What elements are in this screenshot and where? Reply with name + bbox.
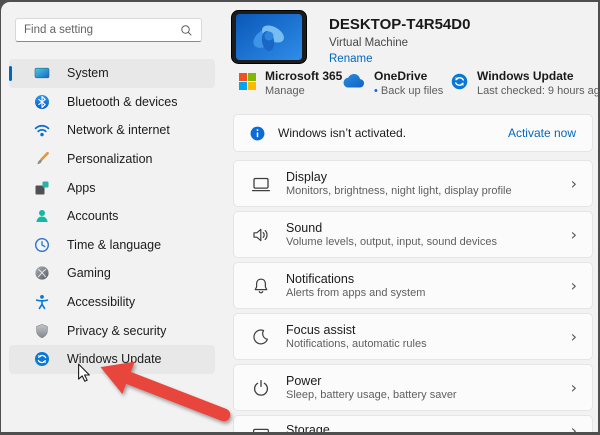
sidebar-item-label: System bbox=[67, 66, 109, 80]
sidebar-item-personalization[interactable]: Personalization bbox=[9, 145, 215, 174]
device-thumbnail bbox=[231, 10, 307, 64]
sound-icon bbox=[251, 225, 271, 245]
row-title: Power bbox=[286, 374, 571, 388]
sidebar-item-label: Accessibility bbox=[67, 295, 135, 309]
chevron-right-icon: › bbox=[571, 423, 577, 432]
time-language-icon bbox=[34, 237, 50, 253]
sidebar-item-label: Gaming bbox=[67, 266, 111, 280]
quick-status-onedrive: OneDrive •Back up files bbox=[341, 69, 443, 97]
microsoft365-title: Microsoft 365 bbox=[265, 69, 342, 83]
sidebar-item-label: Windows Update bbox=[67, 352, 162, 366]
sidebar-item-gaming[interactable]: Gaming bbox=[9, 259, 215, 288]
update-status-title: Windows Update bbox=[477, 69, 598, 83]
sidebar: System Bluetooth & devices Network & int… bbox=[1, 2, 223, 432]
bluetooth-icon bbox=[34, 94, 50, 110]
storage-icon bbox=[251, 423, 271, 432]
activate-now-link[interactable]: Activate now bbox=[508, 126, 576, 140]
row-subtitle: Sleep, battery usage, battery saver bbox=[286, 389, 571, 401]
row-subtitle: Notifications, automatic rules bbox=[286, 338, 571, 350]
microsoft-logo-icon bbox=[239, 73, 256, 90]
chevron-right-icon: › bbox=[571, 380, 577, 396]
activation-banner: Windows isn’t activated. Activate now bbox=[233, 114, 593, 152]
update-last-checked: Last checked: 9 hours ago bbox=[477, 85, 598, 97]
row-storage[interactable]: Storage › bbox=[233, 415, 593, 432]
sidebar-nav: System Bluetooth & devices Network & int… bbox=[9, 59, 215, 374]
row-subtitle: Alerts from apps and system bbox=[286, 287, 571, 299]
quick-status-windows-update: Windows Update Last checked: 9 hours ago bbox=[451, 69, 598, 97]
sidebar-item-privacy-security[interactable]: Privacy & security bbox=[9, 316, 215, 345]
sidebar-item-accessibility[interactable]: Accessibility bbox=[9, 288, 215, 317]
sidebar-item-time-language[interactable]: Time & language bbox=[9, 231, 215, 260]
sidebar-item-label: Time & language bbox=[67, 238, 161, 252]
privacy-icon bbox=[34, 323, 50, 339]
display-icon bbox=[251, 174, 271, 194]
personalization-icon bbox=[34, 151, 50, 167]
sidebar-item-label: Network & internet bbox=[67, 123, 170, 137]
gaming-icon bbox=[34, 265, 50, 281]
status-bullet: • bbox=[374, 85, 378, 97]
sidebar-item-system[interactable]: System bbox=[9, 59, 215, 88]
settings-app: System Bluetooth & devices Network & int… bbox=[1, 2, 598, 432]
apps-icon bbox=[34, 180, 50, 196]
sidebar-item-accounts[interactable]: Accounts bbox=[9, 202, 215, 231]
sidebar-item-label: Personalization bbox=[67, 152, 152, 166]
row-notifications[interactable]: Notifications Alerts from apps and syste… bbox=[233, 262, 593, 309]
sidebar-item-label: Accounts bbox=[67, 209, 118, 223]
sidebar-item-windows-update[interactable]: Windows Update bbox=[9, 345, 215, 374]
sidebar-item-label: Apps bbox=[67, 181, 96, 195]
system-icon bbox=[34, 65, 50, 81]
sidebar-item-label: Privacy & security bbox=[67, 324, 166, 338]
row-focus-assist[interactable]: Focus assist Notifications, automatic ru… bbox=[233, 313, 593, 360]
activation-message: Windows isn’t activated. bbox=[278, 126, 508, 140]
focus-assist-icon bbox=[251, 327, 271, 347]
onedrive-backup-link[interactable]: •Back up files bbox=[374, 85, 443, 97]
settings-window: System Bluetooth & devices Network & int… bbox=[0, 0, 600, 435]
rename-link[interactable]: Rename bbox=[329, 53, 372, 65]
row-power[interactable]: Power Sleep, battery usage, battery save… bbox=[233, 364, 593, 411]
accounts-icon bbox=[34, 208, 50, 224]
row-title: Storage bbox=[286, 423, 571, 432]
row-title: Notifications bbox=[286, 272, 571, 286]
selected-accent-pill bbox=[9, 66, 12, 81]
row-title: Focus assist bbox=[286, 323, 571, 337]
notifications-icon bbox=[251, 276, 271, 296]
network-icon bbox=[34, 122, 50, 138]
chevron-right-icon: › bbox=[571, 329, 577, 345]
onedrive-cloud-icon bbox=[341, 73, 365, 89]
search-input[interactable] bbox=[24, 24, 180, 36]
chevron-right-icon: › bbox=[571, 227, 577, 243]
sidebar-item-apps[interactable]: Apps bbox=[9, 173, 215, 202]
info-icon bbox=[250, 126, 265, 141]
accessibility-icon bbox=[34, 294, 50, 310]
row-sound[interactable]: Sound Volume levels, output, input, soun… bbox=[233, 211, 593, 258]
search-icon bbox=[180, 24, 193, 37]
device-type: Virtual Machine bbox=[329, 37, 408, 49]
windows-update-icon bbox=[34, 351, 50, 367]
quick-status-microsoft365: Microsoft 365 Manage bbox=[239, 69, 342, 97]
windows-update-status-icon bbox=[451, 73, 468, 90]
row-subtitle: Monitors, brightness, night light, displ… bbox=[286, 185, 571, 197]
chevron-right-icon: › bbox=[571, 176, 577, 192]
power-icon bbox=[251, 378, 271, 398]
chevron-right-icon: › bbox=[571, 278, 577, 294]
row-display[interactable]: Display Monitors, brightness, night ligh… bbox=[233, 160, 593, 207]
onedrive-title: OneDrive bbox=[374, 69, 443, 83]
row-subtitle: Volume levels, output, input, sound devi… bbox=[286, 236, 571, 248]
row-title: Display bbox=[286, 170, 571, 184]
row-title: Sound bbox=[286, 221, 571, 235]
device-name: DESKTOP-T4R54D0 bbox=[329, 16, 470, 33]
search-box[interactable] bbox=[15, 18, 202, 42]
sidebar-item-bluetooth-devices[interactable]: Bluetooth & devices bbox=[9, 88, 215, 117]
sidebar-item-network-internet[interactable]: Network & internet bbox=[9, 116, 215, 145]
sidebar-item-label: Bluetooth & devices bbox=[67, 95, 178, 109]
microsoft365-manage-link[interactable]: Manage bbox=[265, 85, 342, 97]
